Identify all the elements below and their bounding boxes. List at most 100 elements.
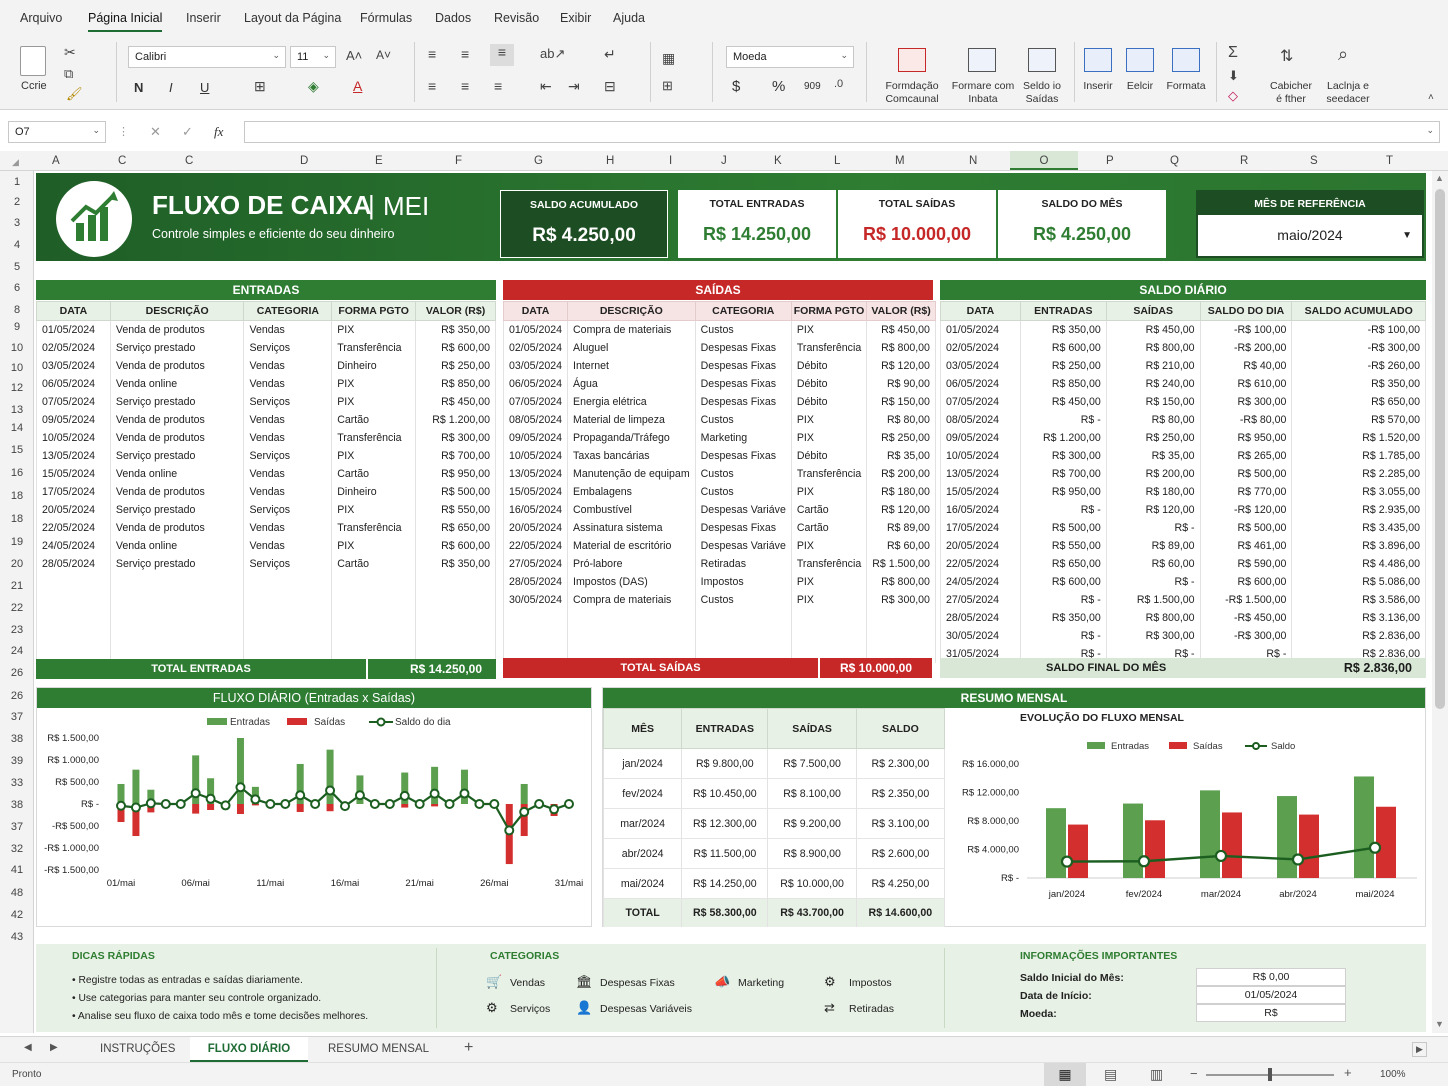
column-header[interactable]: A — [52, 155, 60, 167]
table-cell[interactable]: Cartão — [331, 555, 417, 574]
table-cell[interactable]: R$ 60,00 — [1105, 555, 1201, 574]
grid-icon[interactable]: ⊞ — [662, 78, 673, 94]
table-cell[interactable] — [243, 609, 333, 628]
table-cell[interactable]: Compra de materiais — [567, 591, 696, 610]
fill-color-icon[interactable]: ◈ — [308, 78, 319, 95]
table-cell[interactable]: R$ 700,00 — [415, 446, 496, 465]
menu-inserir[interactable]: Inserir — [186, 11, 221, 25]
clear-icon[interactable]: ◇ — [1228, 88, 1238, 104]
table-cell[interactable]: R$ 250,00 — [866, 428, 936, 447]
insert-cells-icon[interactable] — [1084, 48, 1112, 72]
format-table-icon[interactable] — [968, 48, 996, 72]
table-cell[interactable] — [567, 627, 696, 646]
table-cell[interactable]: R$ 450,00 — [415, 392, 496, 411]
row-header[interactable]: 4 — [0, 239, 34, 251]
column-header[interactable]: C — [185, 155, 193, 167]
menu-revisao[interactable]: Revisão — [494, 11, 539, 25]
table-cell[interactable]: R$ 570,00 — [1291, 410, 1426, 429]
table-cell[interactable]: Serviço prestado — [109, 500, 245, 520]
table-cell[interactable]: R$ 1.520,00 — [1291, 428, 1426, 447]
row-header[interactable]: 10 — [0, 342, 34, 354]
table-cell[interactable]: R$ 200,00 — [866, 464, 936, 483]
table-cell[interactable]: R$ 450,00 — [1019, 392, 1107, 411]
table-cell[interactable] — [109, 573, 245, 592]
table-cell[interactable]: R$ 80,00 — [1105, 410, 1201, 429]
table-cell[interactable]: 13/05/2024 — [940, 464, 1021, 483]
align-middle-icon[interactable]: ≡ — [461, 46, 469, 62]
table-cell[interactable] — [790, 627, 868, 646]
table-cell[interactable] — [502, 609, 569, 628]
page-break-icon[interactable]: ▥ — [1150, 1066, 1163, 1083]
table-cell[interactable] — [109, 591, 245, 610]
table-cell[interactable]: R$ 8.900,00 — [767, 838, 857, 869]
table-cell[interactable]: R$ 500,00 — [415, 482, 496, 501]
table-cell[interactable]: R$ 650,00 — [1291, 392, 1426, 411]
table-cell[interactable]: 09/05/2024 — [502, 428, 569, 447]
table-cell[interactable]: R$ 2.935,00 — [1291, 500, 1426, 520]
table-cell[interactable] — [694, 609, 792, 628]
table-cell[interactable] — [567, 609, 696, 628]
scroll-right-icon[interactable]: ▶ — [1412, 1042, 1427, 1057]
table-cell[interactable]: 28/05/2024 — [940, 609, 1021, 628]
table-cell[interactable]: 15/05/2024 — [502, 482, 569, 501]
delete-cells-button[interactable]: Eelcir — [1120, 80, 1160, 93]
table-cell[interactable]: Serviços — [243, 338, 333, 357]
table-cell[interactable]: R$ 150,00 — [1105, 392, 1201, 411]
table-cell[interactable]: PIX — [331, 500, 417, 520]
table-cell[interactable]: Propaganda/Tráfego — [567, 428, 696, 447]
table-cell[interactable]: Vendas — [243, 374, 333, 393]
wrap-text-icon[interactable]: ↵ — [604, 46, 616, 63]
table-cell[interactable]: PIX — [331, 392, 417, 411]
currency-button[interactable]: $ — [732, 78, 740, 95]
row-header[interactable]: 43 — [0, 931, 34, 943]
table-cell[interactable]: Débito — [790, 446, 868, 465]
zoom-out-icon[interactable]: − — [1190, 1066, 1198, 1081]
table-cell[interactable]: Despesas Fixas — [694, 446, 792, 465]
table-cell[interactable]: R$ 800,00 — [1105, 338, 1201, 357]
row-header[interactable]: 41 — [0, 864, 34, 876]
mes-ref-select[interactable]: maio/2024 ▼ — [1198, 215, 1422, 256]
table-cell[interactable]: 01/05/2024 — [36, 320, 111, 339]
table-cell[interactable]: -R$ 100,00 — [1291, 320, 1426, 339]
table-cell[interactable]: Débito — [790, 374, 868, 393]
table-cell[interactable]: Custos — [694, 320, 792, 339]
menu-formulas[interactable]: Fórmulas — [360, 11, 412, 25]
select-all-icon[interactable]: ◢ — [12, 157, 19, 168]
table-cell[interactable]: R$ 1.500,00 — [866, 555, 936, 574]
table-cell[interactable]: R$ 500,00 — [1199, 519, 1293, 538]
table-cell[interactable]: -R$ 80,00 — [1199, 410, 1293, 429]
table-cell[interactable]: Venda de produtos — [109, 428, 245, 447]
table-cell[interactable]: 20/05/2024 — [502, 519, 569, 538]
zoom-thumb[interactable] — [1268, 1068, 1272, 1081]
sheet-tab-resumo-mensal[interactable]: RESUMO MENSAL — [328, 1043, 429, 1055]
find-select-button[interactable]: Laclnja e seedacer — [1318, 80, 1378, 106]
table-cell[interactable]: R$ 600,00 — [1199, 573, 1293, 592]
column-header[interactable]: E — [375, 155, 383, 167]
table-cell[interactable]: fev/2024 — [602, 778, 683, 809]
menu-dados[interactable]: Dados — [435, 11, 471, 25]
table-cell[interactable]: Vendas — [243, 410, 333, 429]
menu-arquivo[interactable]: Arquivo — [20, 11, 62, 25]
prev-sheet-icon[interactable]: ◀ — [24, 1042, 32, 1053]
table-cell[interactable]: Venda online — [109, 537, 245, 556]
table-cell[interactable]: 06/05/2024 — [502, 374, 569, 393]
table-cell[interactable]: Transferência — [790, 464, 868, 483]
table-cell[interactable]: R$ 10.000,00 — [767, 868, 857, 899]
table-cell[interactable] — [331, 627, 417, 646]
table-cell[interactable]: Custos — [694, 482, 792, 501]
table-cell[interactable]: PIX — [790, 482, 868, 501]
data-inicio-value[interactable]: 01/05/2024 — [1196, 986, 1346, 1004]
column-header[interactable]: N — [969, 155, 977, 167]
table-cell[interactable] — [36, 609, 111, 628]
font-color-icon[interactable]: A — [353, 78, 362, 94]
table-cell[interactable]: Cartão — [331, 410, 417, 429]
table-cell[interactable]: PIX — [790, 537, 868, 556]
table-cell[interactable] — [694, 627, 792, 646]
table-cell[interactable]: Serviços — [243, 446, 333, 465]
table-cell[interactable]: R$ 2.300,00 — [855, 748, 946, 779]
table-cell[interactable]: R$ 1.500,00 — [1105, 591, 1201, 610]
table-cell[interactable]: Venda de produtos — [109, 320, 245, 339]
table-cell[interactable]: R$ 1.785,00 — [1291, 446, 1426, 465]
table-cell[interactable]: Serviços — [243, 392, 333, 411]
row-header[interactable]: 37 — [0, 711, 34, 723]
